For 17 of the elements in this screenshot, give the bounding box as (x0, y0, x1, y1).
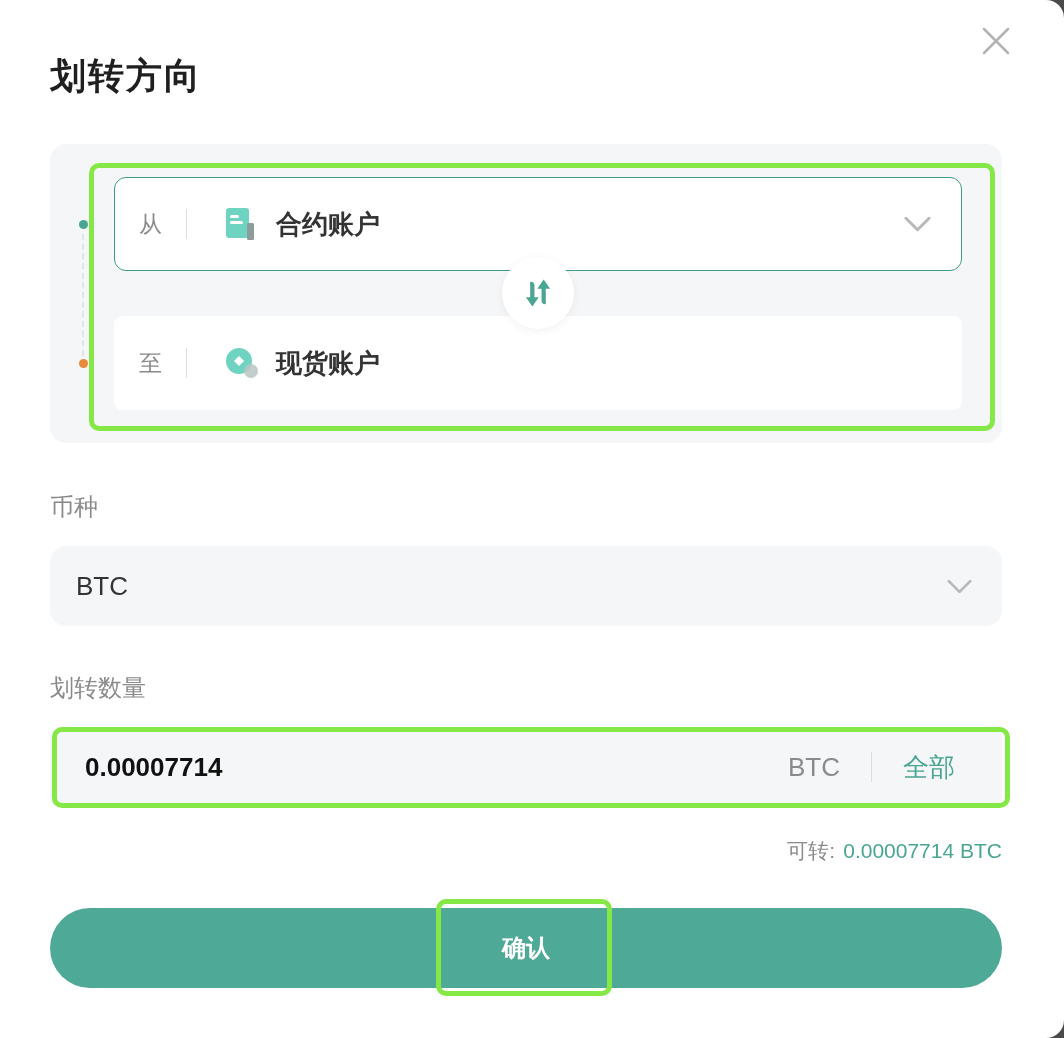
currency-select[interactable]: BTC (50, 546, 1002, 626)
direction-label: 至 (139, 349, 163, 378)
dialog-title: 划转方向 (50, 56, 202, 96)
field-label: 币种 (50, 492, 98, 522)
account-select[interactable]: 至 现货账户 (114, 316, 962, 410)
account-select[interactable]: 从 合约账户 (114, 177, 962, 271)
available-amount: 0.00007714 BTC (843, 838, 1002, 864)
account-name: 现货账户 (276, 347, 380, 379)
direction-label: 从 (139, 210, 163, 239)
chevron-down-icon (947, 578, 972, 594)
account-name: 合约账户 (276, 208, 380, 240)
coin-icon (226, 348, 258, 378)
close-icon[interactable] (982, 27, 1010, 55)
available-label: 可转: (787, 838, 836, 864)
document-icon (226, 208, 254, 240)
unit-label: BTC (788, 751, 840, 783)
field-label: 划转数量 (50, 673, 146, 703)
